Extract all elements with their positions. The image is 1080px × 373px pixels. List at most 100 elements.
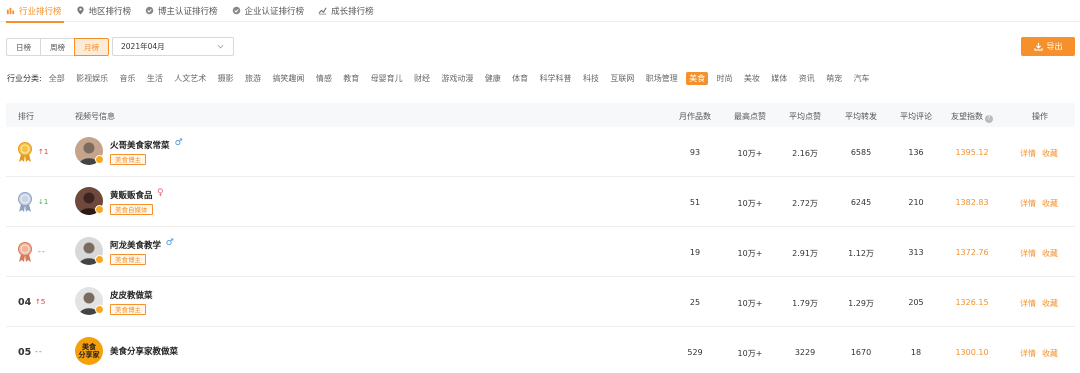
info-icon[interactable]: ?	[985, 115, 993, 123]
account-name[interactable]: 黄贩贩食品	[110, 189, 153, 201]
index-score: 1326.15	[955, 298, 989, 307]
category-item[interactable]: 摄影	[218, 73, 234, 84]
avg-likes: 1.79万	[792, 299, 818, 308]
avg-comments: 18	[910, 348, 922, 357]
detail-link[interactable]: 详情	[1020, 248, 1036, 259]
trend-value: 5	[40, 298, 46, 306]
table-row: 05 -- 美食 分享家 美食分享家教做菜 529 10万+ 3229 1670 18 1300…	[6, 327, 1075, 373]
tab-label: 地区排行榜	[88, 6, 132, 17]
favorite-link[interactable]: 收藏	[1042, 348, 1058, 359]
date-select-value: 2021年04月	[121, 42, 165, 51]
favorite-link[interactable]: 收藏	[1042, 248, 1058, 259]
account-name[interactable]: 火哥美食家常菜	[110, 139, 170, 151]
verified-dot-icon	[95, 305, 104, 314]
header-rank: 排行	[18, 112, 34, 121]
avg-likes: 2.72万	[792, 199, 818, 208]
tab-industry-ranking[interactable]: 行业排行榜	[6, 0, 70, 23]
index-score: 1300.10	[955, 348, 989, 357]
trend-same-indicator: --	[35, 347, 43, 356]
verified-dot-icon	[95, 205, 104, 214]
table-row: -- 阿龙美食教学 ♂ 美食博主 19 10万+ 2.91万 1.12万 313 1372.76…	[6, 227, 1075, 277]
max-likes: 10万+	[737, 299, 763, 308]
export-label: 导出	[1046, 42, 1063, 51]
category-item[interactable]: 美妆	[744, 73, 760, 84]
avg-shares: 6585	[850, 148, 872, 157]
medal-icon	[18, 192, 32, 212]
category-item[interactable]: 科技	[583, 73, 599, 84]
header-index: 友望指数?	[951, 111, 993, 123]
category-item[interactable]: 游戏动漫	[441, 73, 473, 84]
category-item[interactable]: 音乐	[119, 73, 135, 84]
category-item[interactable]: 人文艺术	[174, 73, 206, 84]
category-tag: 美食博主	[110, 254, 146, 265]
category-item[interactable]: 生活	[147, 73, 163, 84]
period-month-button[interactable]: 月榜	[74, 38, 109, 56]
category-item[interactable]: 旅游	[245, 73, 261, 84]
category-tag: 美食自媒体	[110, 204, 153, 215]
favorite-link[interactable]: 收藏	[1042, 148, 1058, 159]
max-likes: 10万+	[737, 349, 763, 358]
category-item[interactable]: 时尚	[717, 73, 733, 84]
trend-same-indicator: --	[38, 247, 46, 256]
header-ops: 操作	[1032, 112, 1048, 121]
account-name[interactable]: 阿龙美食教学	[110, 239, 161, 251]
category-item[interactable]: 母婴育儿	[371, 73, 403, 84]
category-item[interactable]: 媒体	[771, 73, 787, 84]
account-name[interactable]: 美食分享家教做菜	[110, 345, 178, 357]
tab-growth-ranking[interactable]: 成长排行榜	[318, 0, 382, 22]
category-label: 行业分类:	[7, 73, 42, 83]
category-item[interactable]: 科学科普	[540, 73, 572, 84]
avatar[interactable]: 美食 分享家	[75, 337, 103, 365]
avg-comments: 210	[908, 198, 924, 207]
category-item[interactable]: 体育	[512, 73, 528, 84]
detail-link[interactable]: 详情	[1020, 298, 1036, 309]
trend-up-indicator: ↑5	[35, 298, 45, 306]
header-monthly-works: 月作品数	[679, 112, 711, 121]
location-pin-icon	[76, 6, 84, 15]
favorite-link[interactable]: 收藏	[1042, 198, 1058, 209]
medal-icon	[18, 242, 32, 262]
export-button[interactable]: 导出	[1021, 37, 1075, 56]
category-tag: 美食博主	[110, 154, 146, 165]
detail-link[interactable]: 详情	[1020, 148, 1036, 159]
trend-value: 1	[43, 148, 49, 156]
tab-blogger-verified-ranking[interactable]: 博主认证排行榜	[145, 0, 226, 22]
header-info: 视频号信息	[75, 112, 115, 121]
category-item[interactable]: 教育	[343, 73, 359, 84]
header-max-likes: 最高点赞	[734, 112, 766, 121]
medal-icon	[18, 142, 32, 162]
category-item[interactable]: 汽车	[853, 73, 869, 84]
chevron-down-icon	[217, 44, 224, 49]
category-item[interactable]: 全部	[49, 73, 65, 84]
tab-label: 成长排行榜	[331, 6, 374, 17]
category-item[interactable]: 健康	[485, 73, 501, 84]
header-index-label: 友望指数	[951, 112, 983, 121]
category-item[interactable]: 影视娱乐	[76, 73, 108, 84]
trend-value: 1	[43, 198, 49, 206]
category-item[interactable]: 职场管理	[646, 73, 678, 84]
category-item[interactable]: 互联网	[610, 73, 634, 84]
account-name[interactable]: 皮皮教做菜	[110, 289, 153, 301]
category-item[interactable]: 资讯	[799, 73, 815, 84]
period-week-button[interactable]: 周榜	[40, 38, 75, 56]
category-item[interactable]: 搞笑趣闻	[272, 73, 304, 84]
avg-comments: 205	[908, 298, 924, 307]
period-day-button[interactable]: 日榜	[6, 38, 41, 56]
ranking-tabs: 行业排行榜 地区排行榜 博主认证排行榜 企业认证排行榜 成长排行榜	[0, 0, 1080, 23]
max-likes: 10万+	[737, 199, 763, 208]
detail-link[interactable]: 详情	[1020, 198, 1036, 209]
monthly-works: 93	[689, 148, 701, 157]
favorite-link[interactable]: 收藏	[1042, 298, 1058, 309]
date-select[interactable]: 2021年04月	[112, 37, 234, 56]
avg-likes: 2.91万	[792, 249, 818, 258]
tab-enterprise-verified-ranking[interactable]: 企业认证排行榜	[232, 0, 313, 22]
header-avg-comments: 平均评论	[900, 112, 932, 121]
category-item[interactable]: 财经	[414, 73, 430, 84]
category-item[interactable]: 美食	[686, 71, 709, 85]
category-item[interactable]: 情感	[316, 73, 332, 84]
detail-link[interactable]: 详情	[1020, 348, 1036, 359]
category-item[interactable]: 萌宠	[826, 73, 842, 84]
header-avg-shares: 平均转发	[845, 112, 877, 121]
tab-region-ranking[interactable]: 地区排行榜	[76, 0, 140, 22]
avg-shares: 6245	[850, 198, 872, 207]
